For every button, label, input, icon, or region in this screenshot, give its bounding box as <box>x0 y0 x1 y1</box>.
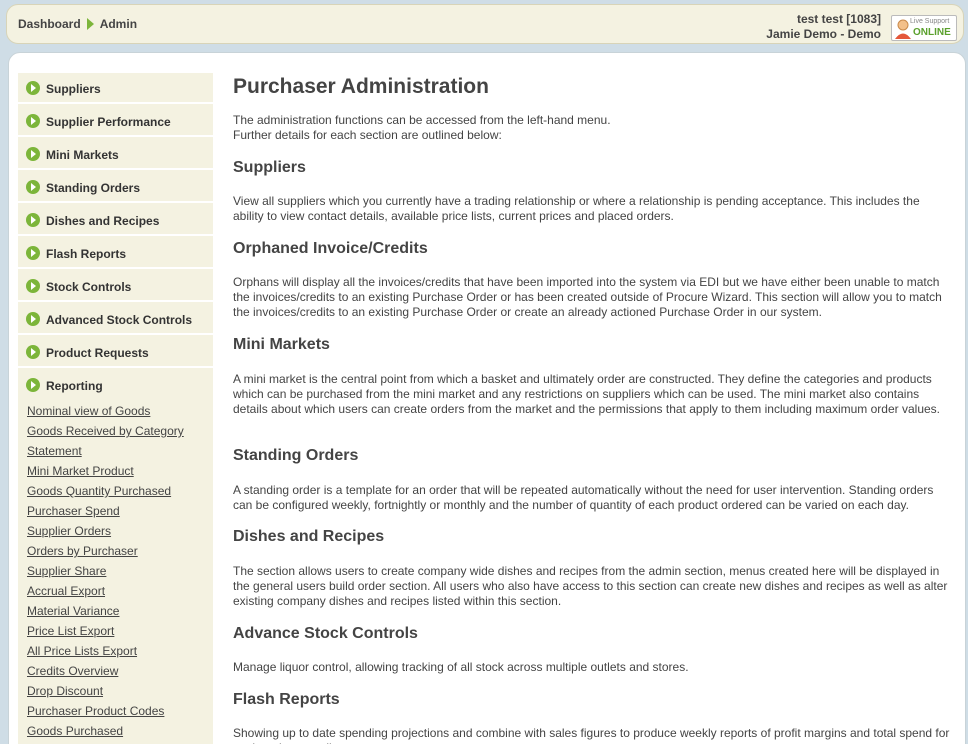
sidebar-item-flash-reports[interactable]: Flash Reports <box>18 238 213 269</box>
arrow-bullet-icon <box>26 81 40 95</box>
sidebar-item-suppliers[interactable]: Suppliers <box>18 73 213 104</box>
report-link-supplier-share[interactable]: Supplier Share <box>27 564 106 578</box>
breadcrumb: Dashboard Admin <box>18 17 137 31</box>
section-heading-orphaned-invoice-credits: Orphaned Invoice/Credits <box>233 240 428 257</box>
section-heading-advance-stock-controls: Advance Stock Controls <box>233 625 418 642</box>
sidebar-item-reporting[interactable]: Reporting <box>18 370 213 401</box>
arrow-bullet-icon <box>26 246 40 260</box>
live-support-label: Live Support <box>910 18 950 25</box>
section-body-flash-reports: Showing up to date spending projections … <box>233 726 950 744</box>
sidebar: Suppliers Supplier Performance Mini Mark… <box>18 73 213 744</box>
report-link-material-variance[interactable]: Material Variance <box>27 604 119 618</box>
report-link-statement[interactable]: Statement <box>27 444 82 458</box>
intro-line-1: The administration functions can be acce… <box>233 113 611 127</box>
sidebar-item-stock-controls[interactable]: Stock Controls <box>18 271 213 302</box>
sidebar-item-label: Advanced Stock Controls <box>46 313 193 327</box>
section-heading-standing-orders: Standing Orders <box>233 447 359 464</box>
section-heading-dishes-and-recipes: Dishes and Recipes <box>233 528 385 545</box>
sidebar-item-label: Flash Reports <box>46 247 127 261</box>
intro-line-2: Further details for each section are out… <box>233 128 502 142</box>
report-link-goods-quantity-purchased[interactable]: Goods Quantity Purchased <box>27 484 171 498</box>
live-support-button[interactable]: Live Support ONLINE <box>891 15 957 41</box>
sidebar-item-advanced-stock-controls[interactable]: Advanced Stock Controls <box>18 304 213 335</box>
arrow-bullet-icon <box>26 279 40 293</box>
report-link-price-list-export[interactable]: Price List Export <box>27 624 114 638</box>
section-body-mini-markets: A mini market is the central point from … <box>233 372 941 416</box>
arrow-bullet-icon <box>26 180 40 194</box>
report-link-orders-by-purchaser[interactable]: Orders by Purchaser <box>27 544 138 558</box>
user-name: test test [1083] <box>796 12 881 26</box>
arrow-bullet-icon <box>26 378 40 392</box>
top-bar: Dashboard Admin test test [1083] Jamie De… <box>6 4 964 44</box>
user-company: Jamie Demo - Demo <box>766 27 881 41</box>
sidebar-item-label: Stock Controls <box>46 280 132 294</box>
sidebar-item-label: Supplier Performance <box>46 115 171 129</box>
sidebar-item-label: Standing Orders <box>46 181 141 195</box>
sidebar-item-label: Mini Markets <box>46 148 119 162</box>
report-link-credits-overview[interactable]: Credits Overview <box>27 664 118 678</box>
sidebar-item-label: Reporting <box>46 379 103 393</box>
user-info: test test [1083] Jamie Demo - Demo <box>766 12 881 42</box>
chevron-right-icon <box>86 18 94 30</box>
section-body-standing-orders: A standing order is a template for an or… <box>233 483 934 512</box>
report-link-purchaser-product-codes[interactable]: Purchaser Product Codes <box>27 704 164 718</box>
report-link-nominal-view-of-goods[interactable]: Nominal view of Goods <box>27 404 150 418</box>
report-link-drop-discount[interactable]: Drop Discount <box>27 684 103 698</box>
sidebar-item-dishes-and-recipes[interactable]: Dishes and Recipes <box>18 205 213 236</box>
report-link-accrual-export[interactable]: Accrual Export <box>27 584 105 598</box>
breadcrumb-admin-link[interactable]: Admin <box>100 17 137 31</box>
live-support-status: ONLINE <box>913 27 951 38</box>
page-title: Purchaser Administration <box>233 75 489 98</box>
sidebar-item-label: Product Requests <box>46 346 149 360</box>
arrow-bullet-icon <box>26 147 40 161</box>
sidebar-item-label: Suppliers <box>46 82 101 96</box>
section-heading-mini-markets: Mini Markets <box>233 336 330 353</box>
section-body-suppliers: View all suppliers which you currently h… <box>233 194 920 223</box>
report-link-purchaser-spend[interactable]: Purchaser Spend <box>27 504 120 518</box>
report-link-goods-received-by-category[interactable]: Goods Received by Category <box>27 424 184 438</box>
breadcrumb-dashboard-link[interactable]: Dashboard <box>18 17 81 31</box>
intro-text: The administration functions can be acce… <box>233 113 611 143</box>
section-body-orphaned-invoice-credits: Orphans will display all the invoices/cr… <box>233 275 942 319</box>
section-heading-flash-reports: Flash Reports <box>233 691 340 708</box>
sidebar-item-label: Dishes and Recipes <box>46 214 160 228</box>
arrow-bullet-icon <box>26 312 40 326</box>
report-link-goods-purchased[interactable]: Goods Purchased <box>27 724 123 738</box>
sidebar-item-product-requests[interactable]: Product Requests <box>18 337 213 368</box>
sidebar-item-standing-orders[interactable]: Standing Orders <box>18 172 213 203</box>
section-heading-suppliers: Suppliers <box>233 159 306 176</box>
sidebar-item-supplier-performance[interactable]: Supplier Performance <box>18 106 213 137</box>
report-link-all-price-lists-export[interactable]: All Price Lists Export <box>27 644 137 658</box>
section-body-dishes-and-recipes: The section allows users to create compa… <box>233 564 948 608</box>
sidebar-item-mini-markets[interactable]: Mini Markets <box>18 139 213 170</box>
report-link-mini-market-product[interactable]: Mini Market Product <box>27 464 134 478</box>
arrow-bullet-icon <box>26 345 40 359</box>
arrow-bullet-icon <box>26 114 40 128</box>
report-link-supplier-orders[interactable]: Supplier Orders <box>27 524 111 538</box>
section-body-advance-stock-controls: Manage liquor control, allowing tracking… <box>233 660 689 674</box>
arrow-bullet-icon <box>26 213 40 227</box>
